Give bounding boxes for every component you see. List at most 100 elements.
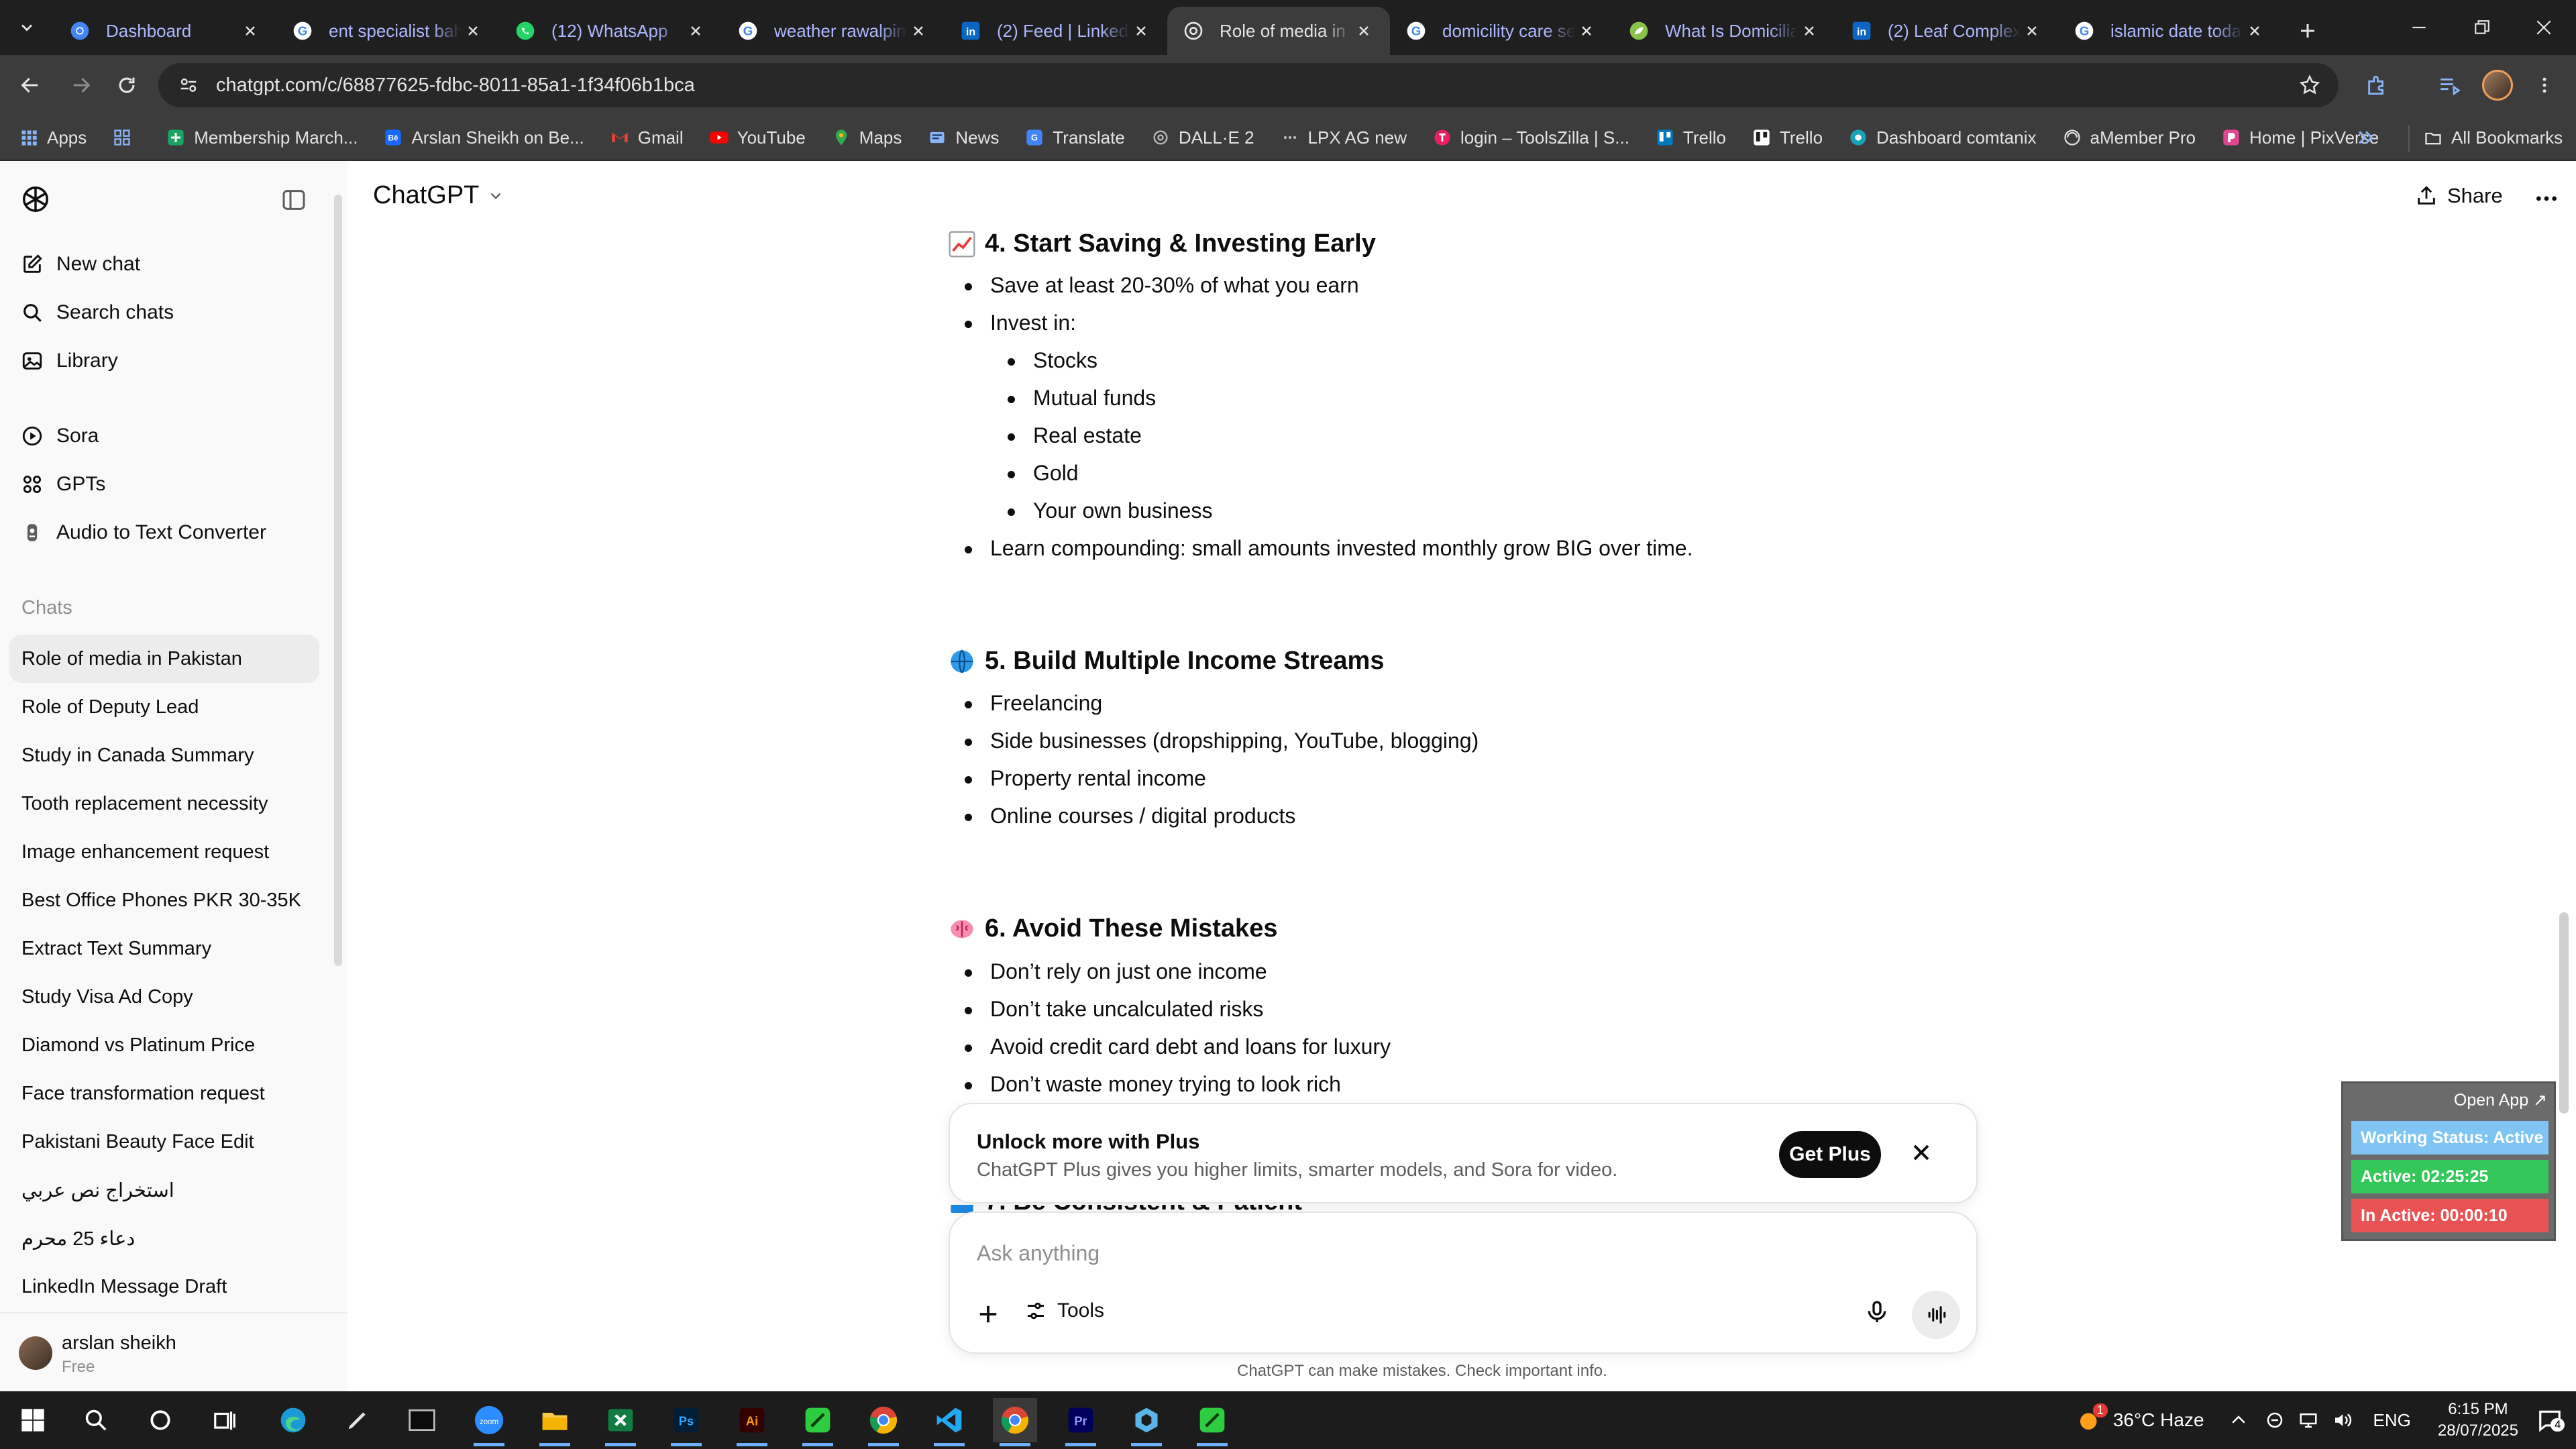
bookmark-news[interactable]: News: [927, 127, 999, 148]
bookmark-maps[interactable]: Maps: [831, 127, 902, 148]
address-bar[interactable]: chatgpt.com/c/68877625-fdbc-8011-85a1-1f…: [158, 63, 2339, 107]
voice-mode-button[interactable]: [1912, 1291, 1960, 1339]
conversation-options-button[interactable]: [2533, 185, 2560, 212]
language-indicator[interactable]: ENG: [2373, 1410, 2411, 1431]
bookmark-lpx[interactable]: LPX AG new: [1280, 127, 1407, 148]
taskbar-terminal[interactable]: [400, 1398, 444, 1442]
tab-search-button[interactable]: [0, 0, 54, 55]
chat-item[interactable]: Image enhancement request: [9, 828, 319, 876]
bookmark-dalle[interactable]: DALL·E 2: [1150, 127, 1254, 148]
all-bookmarks-button[interactable]: All Bookmarks: [2423, 127, 2563, 148]
chat-item[interactable]: LinkedIn Message Draft: [9, 1263, 319, 1311]
prompt-input[interactable]: Ask anything: [977, 1241, 1099, 1266]
taskbar-illustrator[interactable]: Ai: [730, 1398, 774, 1446]
bookmark-grid[interactable]: [112, 127, 140, 148]
dictate-button[interactable]: [1864, 1299, 1890, 1326]
volume-button[interactable]: [2332, 1410, 2352, 1430]
chat-item[interactable]: Face transformation request: [9, 1069, 319, 1118]
chat-item[interactable]: Study Visa Ad Copy: [9, 973, 319, 1021]
close-icon[interactable]: [1575, 19, 1598, 42]
chat-item[interactable]: Tooth replacement necessity: [9, 780, 319, 828]
bookmark-trello[interactable]: Trello: [1655, 127, 1726, 148]
chat-item[interactable]: Role of Deputy Lead: [9, 683, 319, 731]
chat-item[interactable]: Best Office Phones PKR 30-35K: [9, 876, 319, 924]
bookmark-behance[interactable]: Bē Arslan Sheikh on Be...: [383, 127, 584, 148]
taskbar-zoom[interactable]: zoom: [467, 1398, 511, 1446]
bookmark-translate[interactable]: G Translate: [1024, 127, 1125, 148]
network-button[interactable]: [2298, 1410, 2318, 1430]
sidebar-item-new-chat[interactable]: New chat: [20, 252, 140, 276]
sidebar-item-sora[interactable]: Sora: [20, 424, 99, 448]
chat-item[interactable]: Study in Canada Summary: [9, 731, 319, 780]
close-icon[interactable]: [1130, 19, 1152, 42]
profile-button[interactable]: [2477, 64, 2518, 106]
bookmark-comtanix[interactable]: Dashboard comtanix: [1848, 127, 2037, 148]
get-plus-button[interactable]: Get Plus: [1779, 1131, 1881, 1178]
show-hidden-icons-button[interactable]: [2229, 1410, 2249, 1430]
taskbar-chrome-active[interactable]: [993, 1398, 1037, 1446]
weather-widget[interactable]: 1 36°C Haze: [2076, 1403, 2204, 1434]
taskbar-search-button[interactable]: [74, 1398, 118, 1442]
sidebar-item-gpts[interactable]: GPTs: [20, 472, 105, 496]
close-icon[interactable]: [907, 19, 930, 42]
browser-tab[interactable]: What Is Domiciliary: [1613, 7, 1835, 55]
taskbar-premiere[interactable]: Pr: [1059, 1398, 1103, 1446]
sidebar-item-library[interactable]: Library: [20, 349, 118, 373]
close-sidebar-button[interactable]: [280, 186, 307, 213]
taskbar-vscode[interactable]: [927, 1398, 971, 1446]
chat-item[interactable]: Diamond vs Platinum Price: [9, 1021, 319, 1069]
close-icon[interactable]: [2021, 19, 2043, 42]
share-button[interactable]: Share: [2415, 184, 2503, 208]
browser-tab[interactable]: G domicility care services: [1390, 7, 1613, 55]
cortana-button[interactable]: [138, 1398, 182, 1442]
taskbar-excel[interactable]: [598, 1398, 643, 1446]
main-scrollbar[interactable]: [2559, 912, 2569, 1114]
taskbar-photoshop[interactable]: Ps: [664, 1398, 708, 1446]
taskbar-green-app-2[interactable]: [1190, 1398, 1234, 1446]
bookmark-star-button[interactable]: [2289, 64, 2330, 106]
browser-tab[interactable]: G islamic date today: [2058, 7, 2281, 55]
close-icon[interactable]: [239, 19, 262, 42]
taskbar-green-app[interactable]: [796, 1398, 840, 1446]
tray-app-icon[interactable]: [2265, 1410, 2285, 1430]
sidebar-item-audio-converter[interactable]: Audio to Text Converter: [20, 521, 266, 545]
start-button[interactable]: [11, 1398, 55, 1442]
back-button[interactable]: [9, 64, 51, 106]
browser-tab[interactable]: Dashboard: [54, 7, 276, 55]
taskbar-tracker-app[interactable]: [1124, 1398, 1169, 1446]
close-window-button[interactable]: [2508, 0, 2576, 55]
browser-tab[interactable]: in (2) Feed | LinkedIn: [945, 7, 1167, 55]
chrome-menu-button[interactable]: [2524, 64, 2565, 106]
chat-item-selected[interactable]: Role of media in Pakistan: [9, 635, 319, 683]
reload-button[interactable]: [106, 64, 148, 106]
chat-item[interactable]: Pakistani Beauty Face Edit: [9, 1118, 319, 1166]
bookmarks-overflow-button[interactable]: [2355, 126, 2377, 149]
minimize-button[interactable]: [2383, 0, 2455, 55]
extensions-button[interactable]: [2356, 64, 2398, 106]
close-icon[interactable]: [1798, 19, 1821, 42]
notifications-button[interactable]: 4: [2537, 1407, 2565, 1433]
user-profile-row[interactable]: arslan sheikh Free: [0, 1312, 347, 1391]
chat-item[interactable]: Extract Text Summary: [9, 924, 319, 973]
open-app-link[interactable]: Open App ↗: [2454, 1090, 2547, 1110]
bookmark-amember[interactable]: aMember Pro: [2062, 127, 2196, 148]
chat-item[interactable]: استخراج نص عربي: [9, 1166, 319, 1214]
browser-tab[interactable]: G weather rawalpindi: [722, 7, 945, 55]
close-icon[interactable]: [684, 19, 707, 42]
bookmark-youtube[interactable]: YouTube: [709, 127, 806, 148]
bookmark-trello-2[interactable]: Trello: [1752, 127, 1823, 148]
tools-button[interactable]: Tools: [1024, 1299, 1104, 1323]
dismiss-banner-button[interactable]: [1908, 1139, 1935, 1166]
sidebar-scrollbar[interactable]: [334, 195, 342, 966]
browser-tab-active[interactable]: Role of media in Pakistan: [1167, 7, 1390, 55]
close-icon[interactable]: [2243, 19, 2266, 42]
browser-tab[interactable]: in (2) Leaf Complex: [1835, 7, 2058, 55]
attach-button[interactable]: [974, 1300, 1002, 1328]
taskbar-file-explorer[interactable]: [533, 1398, 577, 1446]
chat-item[interactable]: دعاء 25 محرم: [9, 1214, 319, 1263]
bookmark-membership[interactable]: Membership March...: [166, 127, 358, 148]
site-settings-icon[interactable]: [178, 75, 199, 95]
bookmark-apps[interactable]: Apps: [19, 127, 87, 148]
browser-tab[interactable]: G ent specialist bahria: [276, 7, 499, 55]
close-icon[interactable]: [1352, 19, 1375, 42]
